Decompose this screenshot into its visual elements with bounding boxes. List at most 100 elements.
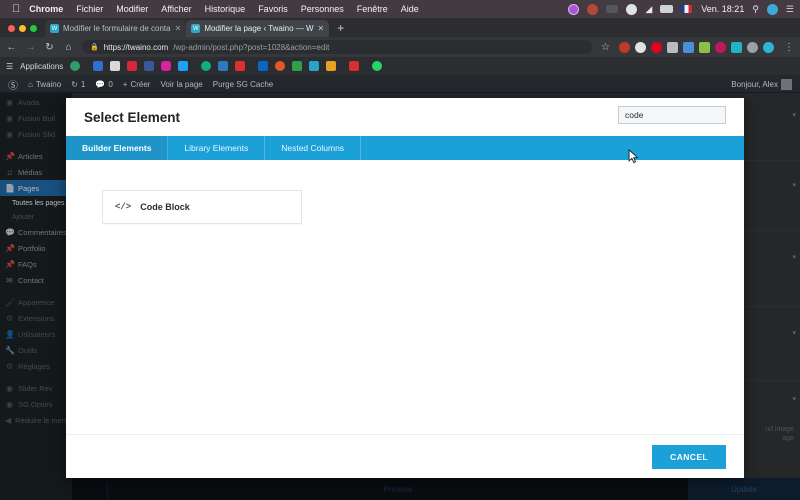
cancel-button[interactable]: CANCEL bbox=[652, 444, 726, 469]
close-window-button[interactable] bbox=[8, 25, 15, 32]
tab-nested-columns[interactable]: Nested Columns bbox=[265, 136, 362, 160]
wordpress-logo-icon[interactable]: Ⓢ bbox=[8, 77, 18, 92]
bookmark-icon-3[interactable] bbox=[110, 61, 121, 71]
adminbar-view-page[interactable]: Voir la page bbox=[160, 80, 202, 89]
control-center-icon[interactable] bbox=[766, 3, 778, 15]
lock-icon: 🔒 bbox=[90, 44, 99, 51]
wordpress-favicon: W bbox=[50, 24, 59, 33]
maximize-window-button[interactable] bbox=[30, 25, 37, 32]
extension-icon-cloud[interactable] bbox=[635, 41, 646, 53]
menu-fenetre[interactable]: Fenêtre bbox=[357, 4, 388, 14]
bookmark-icon-16[interactable] bbox=[349, 61, 360, 71]
browser-tab-1[interactable]: W Modifier le formulaire de conta ✕ bbox=[45, 20, 187, 37]
bookmark-icon-7[interactable] bbox=[178, 61, 189, 71]
adminbar-site-name: Twaino bbox=[35, 79, 62, 89]
adminbar-comments[interactable]: 💬 0 bbox=[95, 80, 112, 89]
bookmark-applications-label: Applications bbox=[20, 61, 64, 71]
extension-icon-w[interactable] bbox=[731, 41, 742, 53]
wp-admin-bar: Ⓢ ⌂ Twaino ↻ 1 💬 0 + Créer Voir la page … bbox=[0, 75, 800, 93]
mac-menu-bar:  Chrome Fichier Modifier Afficher Histo… bbox=[0, 0, 800, 18]
adminbar-comments-count: 0 bbox=[108, 79, 113, 89]
extension-icon-avatar[interactable] bbox=[763, 41, 774, 53]
bookmark-icon-6[interactable] bbox=[161, 61, 172, 71]
browser-toolbar: ← → ↻ ⌂ 🔒 https://twaino.com/wp-admin/po… bbox=[0, 37, 800, 57]
tab-builder-elements[interactable]: Builder Elements bbox=[66, 136, 169, 160]
bookmark-icon-1[interactable] bbox=[70, 61, 81, 71]
bookmark-icon-5[interactable] bbox=[144, 61, 155, 71]
bookmark-icon-12[interactable] bbox=[275, 61, 286, 71]
tab-library-elements[interactable]: Library Elements bbox=[168, 136, 266, 160]
bookmark-icon-8[interactable] bbox=[201, 61, 212, 71]
bookmark-star-icon[interactable]: ☆ bbox=[600, 42, 611, 53]
bookmark-icon-17[interactable] bbox=[372, 61, 383, 71]
tab-nested-columns-label: Nested Columns bbox=[281, 143, 345, 153]
reload-icon[interactable]: ↻ bbox=[44, 42, 55, 53]
adminbar-site[interactable]: ⌂ Twaino bbox=[28, 80, 61, 89]
flag-icon[interactable] bbox=[681, 5, 693, 13]
search-icon[interactable]: ⚲ bbox=[752, 4, 759, 15]
adminbar-new-label: Créer bbox=[130, 79, 151, 89]
modal-header: Select Element bbox=[66, 98, 744, 136]
menu-aide[interactable]: Aide bbox=[401, 4, 419, 14]
search-input[interactable] bbox=[618, 106, 726, 124]
menu-historique[interactable]: Historique bbox=[205, 4, 246, 14]
apple-icon[interactable]:  bbox=[12, 3, 20, 15]
minimize-window-button[interactable] bbox=[19, 25, 26, 32]
bookmark-icon-15[interactable] bbox=[326, 61, 337, 71]
back-arrow-icon[interactable]: ← bbox=[6, 42, 17, 53]
modal-footer: CANCEL bbox=[66, 434, 744, 478]
bookmark-icon-11[interactable] bbox=[258, 61, 269, 71]
kebab-menu-icon[interactable]: ⋮ bbox=[784, 42, 794, 53]
updates-icon: ↻ bbox=[71, 79, 78, 89]
wifi-icon[interactable]: ◢ bbox=[645, 4, 652, 15]
element-card-code-block[interactable]: </> Code Block bbox=[102, 190, 302, 224]
bookmark-applications[interactable]: Applications bbox=[20, 62, 63, 71]
bookmark-icon-4[interactable] bbox=[127, 61, 138, 71]
extension-icon-grid[interactable] bbox=[667, 41, 678, 53]
bookmark-icon-13[interactable] bbox=[292, 61, 303, 71]
adminbar-new[interactable]: + Créer bbox=[123, 80, 151, 89]
menu-afficher[interactable]: Afficher bbox=[161, 4, 191, 14]
adminbar-purge-cache[interactable]: Purge SG Cache bbox=[213, 80, 273, 89]
bookmark-icon-2[interactable] bbox=[93, 61, 104, 71]
menu-favoris[interactable]: Favoris bbox=[258, 4, 288, 14]
adminbar-updates-count: 1 bbox=[80, 79, 86, 89]
notification-center-icon[interactable]: ☰ bbox=[786, 4, 794, 15]
extension-icon-gray[interactable] bbox=[747, 41, 758, 53]
bookmarks-bar: ☰ Applications bbox=[0, 57, 800, 75]
cloud-icon[interactable] bbox=[626, 3, 638, 15]
extension-icon-brush[interactable] bbox=[699, 41, 710, 53]
comment-bubble-icon: 💬 bbox=[95, 79, 106, 89]
bookmark-icon-14[interactable] bbox=[309, 61, 320, 71]
home-icon: ⌂ bbox=[28, 79, 33, 89]
apps-grid-icon[interactable]: ☰ bbox=[6, 62, 13, 71]
menu-fichier[interactable]: Fichier bbox=[76, 4, 103, 14]
app-icon[interactable] bbox=[587, 3, 599, 15]
new-tab-button[interactable]: + bbox=[329, 21, 352, 37]
extension-icon-notify[interactable] bbox=[619, 41, 630, 53]
menu-personnes[interactable]: Personnes bbox=[301, 4, 344, 14]
adminbar-greeting: Bonjour, Alex bbox=[731, 79, 778, 89]
keyboard-icon[interactable] bbox=[660, 5, 674, 13]
adminbar-account[interactable]: Bonjour, Alex bbox=[731, 78, 792, 90]
home-icon[interactable]: ⌂ bbox=[63, 42, 74, 53]
menubar-clock[interactable]: Ven. 18:21 bbox=[701, 4, 744, 14]
window-controls[interactable] bbox=[6, 25, 45, 37]
forward-arrow-icon[interactable]: → bbox=[25, 42, 36, 53]
battery-icon[interactable] bbox=[606, 5, 619, 13]
bookmark-icon-10[interactable] bbox=[235, 61, 246, 71]
close-icon[interactable]: ✕ bbox=[175, 24, 182, 33]
browser-tab-2-title: Modifier la page ‹ Twaino — W bbox=[204, 24, 314, 33]
close-icon[interactable]: ✕ bbox=[318, 24, 325, 33]
extension-icon-drive[interactable] bbox=[683, 41, 694, 53]
extension-icon-pinterest[interactable] bbox=[651, 41, 662, 53]
bookmark-icon-9[interactable] bbox=[218, 61, 229, 71]
adminbar-updates[interactable]: ↻ 1 bbox=[71, 80, 85, 89]
url-origin: https://twaino.com bbox=[103, 42, 169, 52]
menu-modifier[interactable]: Modifier bbox=[116, 4, 148, 14]
menu-chrome[interactable]: Chrome bbox=[29, 4, 63, 14]
browser-tab-2[interactable]: W Modifier la page ‹ Twaino — W ✕ bbox=[186, 20, 330, 37]
siri-icon[interactable] bbox=[568, 3, 580, 15]
address-bar[interactable]: 🔒 https://twaino.com/wp-admin/post.php?p… bbox=[82, 40, 592, 54]
extension-icon-pink[interactable] bbox=[715, 41, 726, 53]
